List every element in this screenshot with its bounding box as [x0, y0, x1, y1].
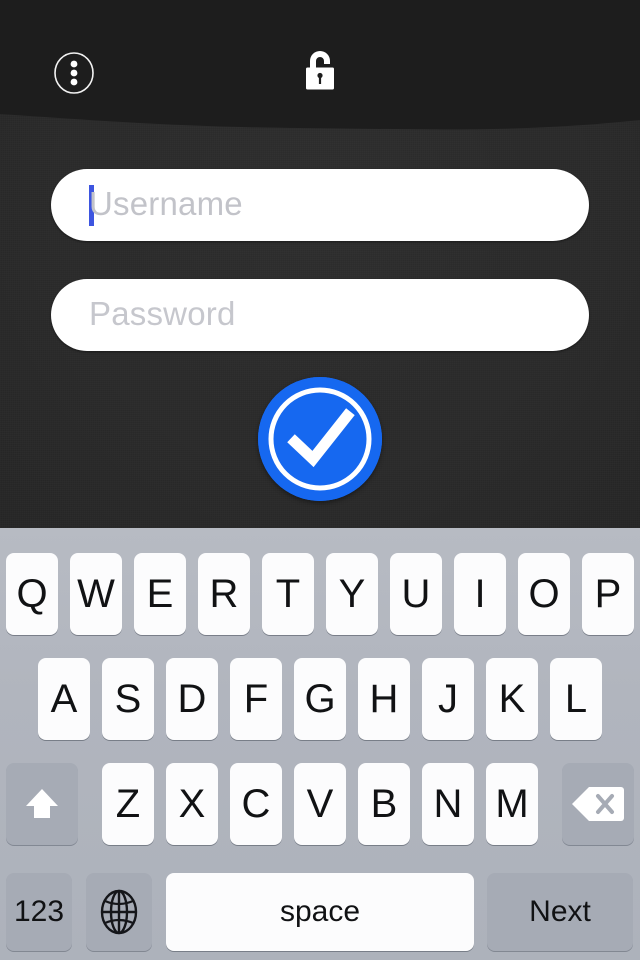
key-e[interactable]: E [134, 553, 186, 635]
key-a[interactable]: A [38, 658, 90, 740]
key-v[interactable]: V [294, 763, 346, 845]
app-background: Username Password [0, 0, 640, 528]
overflow-menu-button[interactable] [53, 52, 95, 94]
next-key[interactable]: Next [487, 873, 633, 951]
submit-button[interactable] [258, 377, 382, 501]
password-field[interactable]: Password [51, 279, 589, 351]
backspace-delete-icon [572, 785, 624, 823]
key-h[interactable]: H [358, 658, 410, 740]
key-z-label: Z [115, 781, 141, 826]
key-i-label: I [474, 571, 486, 616]
key-w-label: W [77, 571, 115, 616]
key-s[interactable]: S [102, 658, 154, 740]
key-p[interactable]: P [582, 553, 634, 635]
numeric-key-label: 123 [13, 895, 65, 928]
key-v-label: V [306, 781, 334, 826]
key-s-label: S [114, 676, 142, 721]
key-p-label: P [594, 571, 622, 616]
key-o-label: O [528, 571, 560, 616]
key-c[interactable]: C [230, 763, 282, 845]
key-a-label: A [50, 676, 78, 721]
key-o[interactable]: O [518, 553, 570, 635]
key-e-label: E [146, 571, 174, 616]
key-n-label: N [433, 781, 463, 826]
password-placeholder: Password [89, 295, 236, 333]
numeric-key[interactable]: 123 [6, 873, 72, 951]
backspace-key[interactable] [562, 763, 634, 845]
shift-key[interactable] [6, 763, 78, 845]
key-u[interactable]: U [390, 553, 442, 635]
key-l[interactable]: L [550, 658, 602, 740]
key-t-label: T [275, 571, 301, 616]
keyboard-row-2: ASDFGHJKL [0, 658, 640, 740]
key-j-label: J [438, 676, 458, 721]
keyboard-row-1: QWERTYUIOP [0, 553, 640, 635]
key-y-label: Y [338, 571, 366, 616]
globe-icon [96, 888, 142, 936]
key-d[interactable]: D [166, 658, 218, 740]
key-g[interactable]: G [294, 658, 346, 740]
key-k[interactable]: K [486, 658, 538, 740]
globe-key[interactable] [86, 873, 152, 951]
checkmark-icon [258, 377, 382, 501]
key-q[interactable]: Q [6, 553, 58, 635]
key-t[interactable]: T [262, 553, 314, 635]
key-i[interactable]: I [454, 553, 506, 635]
keyboard-row-4: 123 space Next [0, 873, 640, 951]
key-k-label: K [498, 676, 526, 721]
next-key-label: Next [529, 895, 591, 928]
on-screen-keyboard: QWERTYUIOP ASDFGHJKL ZXCVBNM 123 space Nex… [0, 528, 640, 960]
key-m[interactable]: M [486, 763, 538, 845]
space-key-label: space [279, 895, 361, 928]
key-h-label: H [369, 676, 399, 721]
key-j[interactable]: J [422, 658, 474, 740]
key-m-label: M [495, 781, 529, 826]
key-z[interactable]: Z [102, 763, 154, 845]
key-b-label: B [370, 781, 398, 826]
key-l-label: L [564, 676, 588, 721]
screen: Username Password QWERTYUIOP ASDFGHJKL Z… [0, 0, 640, 960]
key-b[interactable]: B [358, 763, 410, 845]
username-placeholder: Username [89, 185, 243, 223]
key-n[interactable]: N [422, 763, 474, 845]
key-w[interactable]: W [70, 553, 122, 635]
key-c-label: C [241, 781, 271, 826]
key-x[interactable]: X [166, 763, 218, 845]
key-d-label: D [177, 676, 207, 721]
key-u-label: U [401, 571, 431, 616]
top-bar-icons [0, 0, 640, 130]
username-field[interactable]: Username [51, 169, 589, 241]
space-key[interactable]: space [166, 873, 474, 951]
key-r[interactable]: R [198, 553, 250, 635]
key-f-label: F [243, 676, 269, 721]
key-x-label: X [178, 781, 206, 826]
key-g-label: G [304, 676, 336, 721]
key-q-label: Q [16, 571, 48, 616]
shift-up-arrow-icon [19, 781, 65, 827]
unlocked-padlock-icon[interactable] [299, 46, 341, 94]
key-f[interactable]: F [230, 658, 282, 740]
key-r-label: R [209, 571, 239, 616]
key-y[interactable]: Y [326, 553, 378, 635]
keyboard-row-3: ZXCVBNM [0, 763, 640, 845]
